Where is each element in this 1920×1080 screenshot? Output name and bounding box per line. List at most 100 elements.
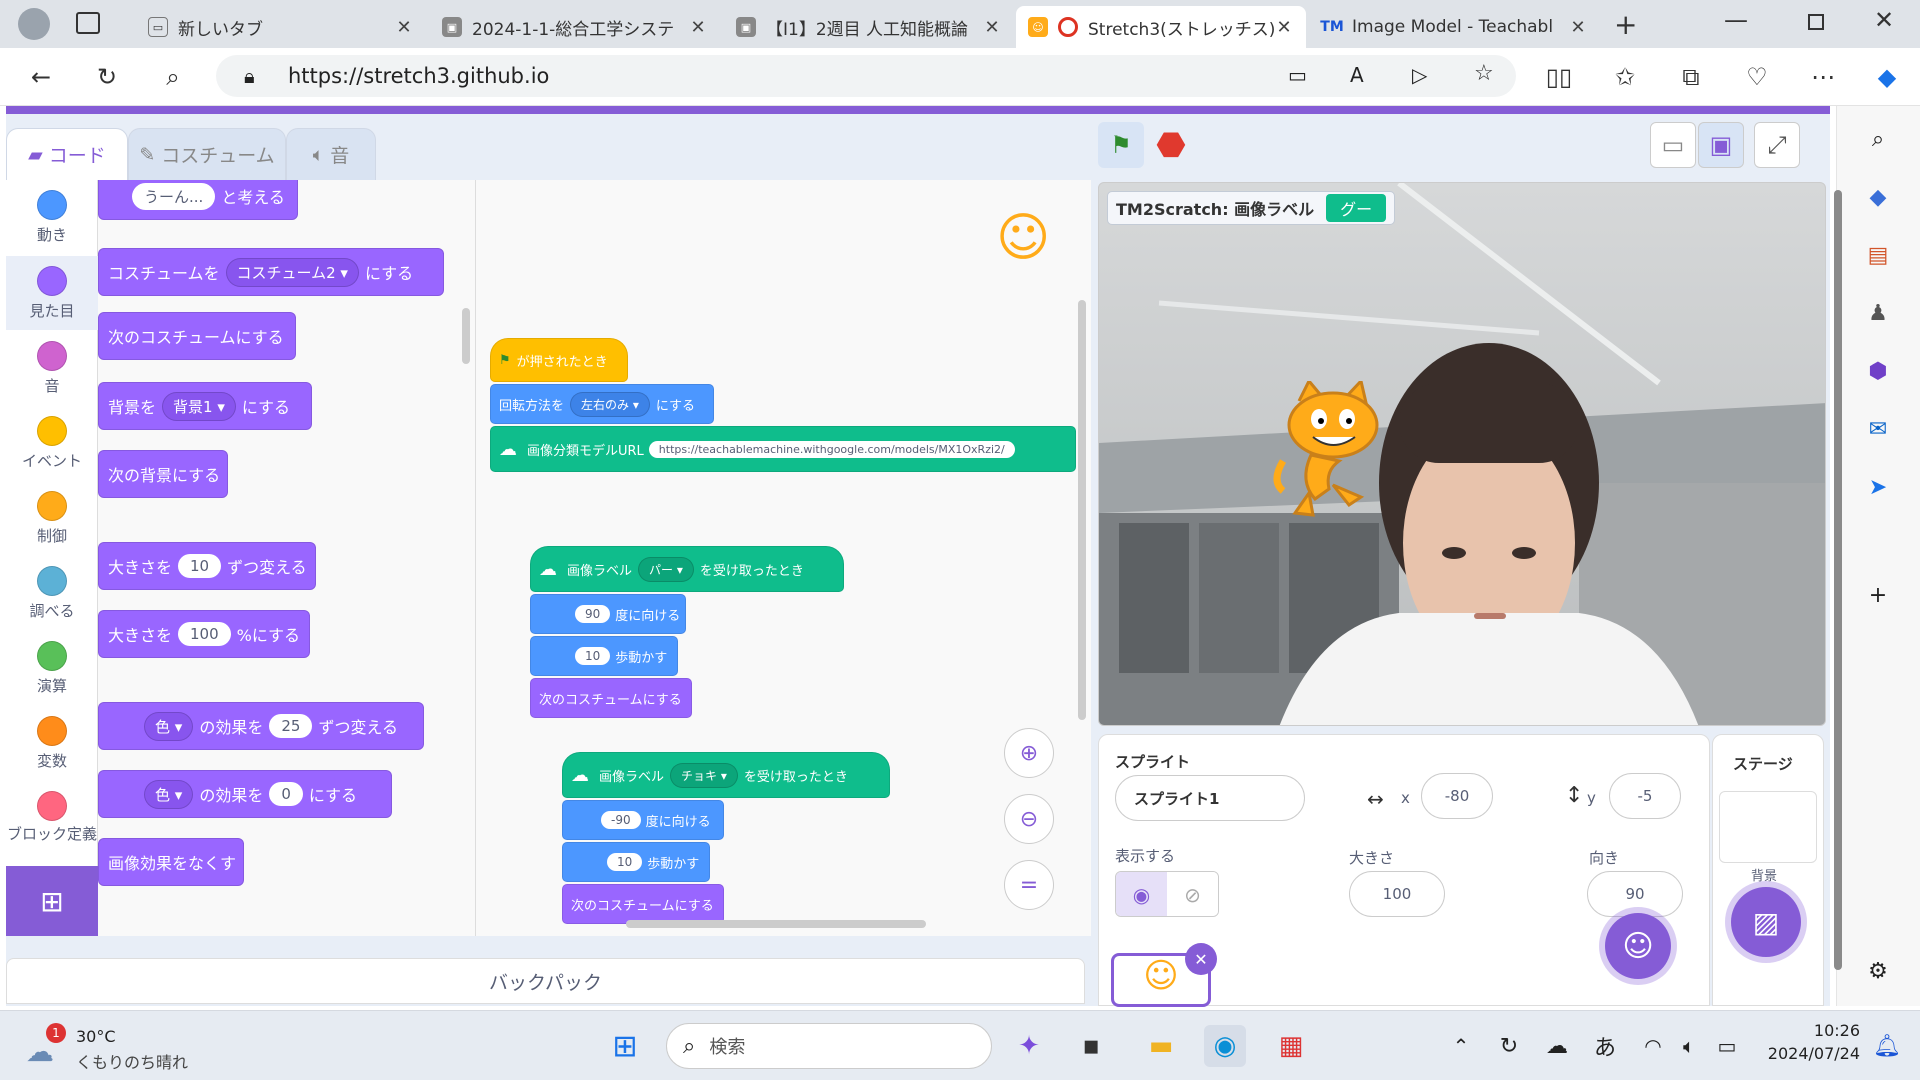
size-input[interactable]: 100 xyxy=(1349,871,1445,917)
page-scrollbar[interactable] xyxy=(1834,190,1842,970)
taskbar-search[interactable]: ⌕ 検索 xyxy=(666,1023,992,1069)
tab-teachable[interactable]: TM Image Model - Teachabl ✕ xyxy=(1310,6,1600,48)
volume-icon[interactable]: 🔈︎ xyxy=(1668,1025,1710,1067)
backpack[interactable]: バックパック xyxy=(6,958,1085,1004)
media-icon[interactable]: ▷ xyxy=(1412,63,1427,87)
copilot-icon[interactable]: ◆ xyxy=(1868,58,1906,96)
file-explorer-icon[interactable]: ▬ xyxy=(1140,1025,1182,1067)
trash-icon[interactable]: ✕ xyxy=(1185,943,1217,975)
tab-sound[interactable]: 🔈︎ 音 xyxy=(286,128,376,180)
block-next-costume[interactable]: 次のコスチュームにする xyxy=(530,678,692,718)
tab-stretch3[interactable]: ☺ Stretch3(ストレッチス) ✕ xyxy=(1016,6,1306,48)
block-change-effect[interactable]: 色 ▾ の効果を 25 ずつ変える xyxy=(98,702,424,750)
rotation-dropdown[interactable]: 左右のみ ▾ xyxy=(570,391,650,417)
games-icon[interactable]: ♟ xyxy=(1861,296,1895,330)
close-window-button[interactable]: ✕ xyxy=(1874,6,1894,34)
category-motion[interactable]: 動き xyxy=(6,180,98,254)
toolbox-icon[interactable]: ▤ xyxy=(1861,238,1895,272)
copilot-app-icon[interactable]: ✦ xyxy=(1008,1025,1050,1067)
start-button[interactable]: ⊞ xyxy=(604,1025,646,1067)
block-when-flag-clicked[interactable]: ⚑ が押されたとき xyxy=(490,338,628,382)
costume-dropdown[interactable]: コスチューム2 ▾ xyxy=(225,257,359,287)
category-operators[interactable]: 演算 xyxy=(6,631,98,705)
tab-ai-lecture[interactable]: ▣ 【I1】2週目 人工知能概論 ✕ xyxy=(724,6,1014,48)
send-icon[interactable]: ➤ xyxy=(1861,470,1895,504)
horizontal-scrollbar[interactable] xyxy=(626,920,926,928)
clock[interactable]: 10:26 2024/07/24 xyxy=(1760,1021,1860,1063)
block-model-url[interactable]: ☁ 画像分類モデルURL https://teachablemachine.wi… xyxy=(490,426,1076,472)
block-think[interactable]: うーん... と考える xyxy=(98,180,298,220)
effect-dropdown[interactable]: 色 ▾ xyxy=(144,779,194,809)
tab-new-tab[interactable]: ▭ 新しいタブ ✕ xyxy=(136,6,426,48)
collections-icon[interactable]: ⧉ xyxy=(1672,58,1710,96)
block-when-label-received[interactable]: ☁ 画像ラベル パー ▾ を受け取ったとき xyxy=(530,546,844,592)
block-change-size[interactable]: 大きさを 10 ずつ変える xyxy=(98,542,316,590)
restore-button[interactable] xyxy=(1808,14,1824,30)
block-move-steps[interactable]: 10 歩動かす xyxy=(530,636,678,676)
battery-icon[interactable]: ▭ xyxy=(1706,1025,1748,1067)
small-stage-button[interactable]: ▭ xyxy=(1650,122,1696,168)
add-sprite-button[interactable]: ☺ xyxy=(1605,913,1671,979)
green-flag-button[interactable]: ⚑ xyxy=(1098,122,1144,168)
category-control[interactable]: 制御 xyxy=(6,481,98,555)
store-app-icon[interactable]: ▦ xyxy=(1270,1025,1312,1067)
palette-scrollbar[interactable] xyxy=(462,308,470,364)
block-set-size[interactable]: 大きさを 100 %にする xyxy=(98,610,310,658)
add-backdrop-button[interactable]: ▨ xyxy=(1731,887,1801,957)
add-extension-button[interactable]: ⊞ xyxy=(6,866,98,936)
direction-input[interactable]: 90 xyxy=(1587,871,1683,917)
zoom-reset-button[interactable]: = xyxy=(1004,860,1054,910)
sync-icon[interactable]: ↻ xyxy=(1488,1025,1530,1067)
variable-monitor[interactable]: TM2Scratch: 画像ラベル グー xyxy=(1107,191,1396,225)
minimize-button[interactable]: — xyxy=(1724,6,1748,34)
tab-course[interactable]: ▣ 2024-1-1-総合工学システ ✕ xyxy=(430,6,720,48)
more-icon[interactable]: ⋯ xyxy=(1804,58,1842,96)
back-icon[interactable]: ← xyxy=(22,58,60,96)
tab-actions-icon[interactable] xyxy=(76,12,100,34)
category-looks[interactable]: 見た目 xyxy=(6,256,98,330)
tab-code[interactable]: ▰ コード xyxy=(6,128,128,180)
block-next-costume[interactable]: 次のコスチュームにする xyxy=(98,312,296,360)
read-aloud-icon[interactable]: A xyxy=(1350,63,1364,87)
refresh-icon[interactable]: ↻ xyxy=(88,58,126,96)
profile-avatar[interactable] xyxy=(18,8,50,40)
office-icon[interactable]: ⬢ xyxy=(1861,354,1895,388)
model-url-input[interactable]: https://teachablemachine.withgoogle.com/… xyxy=(648,440,1015,458)
category-my-blocks[interactable]: ブロック定義 xyxy=(6,781,98,855)
search-icon[interactable]: ⌕ xyxy=(1861,122,1895,156)
label-dropdown[interactable]: パー ▾ xyxy=(638,556,694,582)
split-screen-icon[interactable]: ▯▯ xyxy=(1540,58,1578,96)
close-icon[interactable]: ✕ xyxy=(982,17,1002,38)
zoom-in-button[interactable]: ⊕ xyxy=(1004,728,1054,778)
stop-button[interactable]: ⬣ xyxy=(1148,122,1194,168)
favorites-icon[interactable]: ✩ xyxy=(1606,58,1644,96)
new-tab-button[interactable]: + xyxy=(1614,8,1637,41)
edge-browser-icon[interactable]: ◉ xyxy=(1204,1025,1246,1067)
outlook-icon[interactable]: ✉ xyxy=(1861,412,1895,446)
backdrop-dropdown[interactable]: 背景1 ▾ xyxy=(162,391,236,421)
backdrop-thumbnail[interactable] xyxy=(1719,791,1817,863)
terminal-app-icon[interactable]: ▪ xyxy=(1070,1025,1112,1067)
add-icon[interactable]: + xyxy=(1861,578,1895,612)
close-icon[interactable]: ✕ xyxy=(688,17,708,38)
eye-off-icon[interactable]: ⊘ xyxy=(1167,872,1218,916)
address-bar[interactable]: 🔒︎ https://stretch3.github.io ▭ A ▷ ☆ xyxy=(216,55,1516,97)
label-dropdown[interactable]: チョキ ▾ xyxy=(670,762,738,788)
close-icon[interactable]: ✕ xyxy=(1568,17,1588,38)
settings-gear-icon[interactable]: ⚙ xyxy=(1861,954,1895,988)
scratch-cat-sprite[interactable] xyxy=(1269,381,1399,521)
block-next-costume[interactable]: 次のコスチュームにする xyxy=(562,884,724,924)
zoom-out-button[interactable]: ⊖ xyxy=(1004,794,1054,844)
eye-icon[interactable]: ◉ xyxy=(1116,872,1167,916)
search-icon[interactable]: ⌕ xyxy=(154,58,192,96)
ime-indicator[interactable]: あ xyxy=(1584,1025,1626,1067)
block-point-direction[interactable]: 90 度に向ける xyxy=(530,594,686,634)
close-icon[interactable]: ✕ xyxy=(394,17,414,38)
performance-icon[interactable]: ♡ xyxy=(1738,58,1776,96)
block-set-rotation-style[interactable]: 回転方法を 左右のみ ▾ にする xyxy=(490,384,714,424)
block-set-effect[interactable]: 色 ▾ の効果を 0 にする xyxy=(98,770,392,818)
category-events[interactable]: イベント xyxy=(6,406,98,480)
normal-stage-button[interactable]: ▣ xyxy=(1698,122,1744,168)
y-input[interactable]: -5 xyxy=(1609,773,1681,819)
category-sensing[interactable]: 調べる xyxy=(6,556,98,630)
